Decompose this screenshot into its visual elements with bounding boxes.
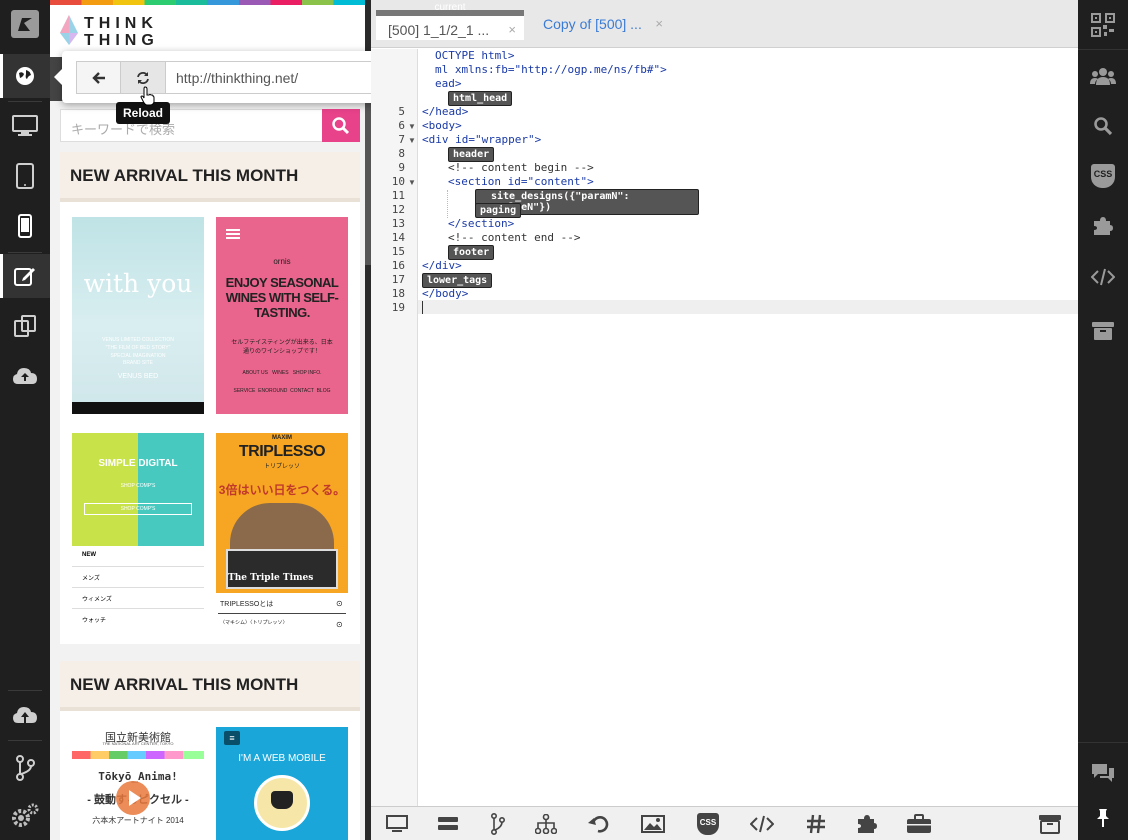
desktop-icon[interactable] bbox=[0, 104, 50, 148]
design-card-venus-bed[interactable]: with you VENUS LIMITED COLLECTION "THE F… bbox=[72, 217, 204, 414]
bottom-toolbar: CSS bbox=[371, 806, 1078, 840]
site-search-button[interactable] bbox=[322, 109, 360, 142]
design-card-triplesso[interactable]: MAXIM TRIPLESSO トリプレッソ 3倍はいい日をつくる。 The T… bbox=[216, 433, 348, 629]
new-arrival-section: NEW ARRIVAL THIS MONTH with you VENUS LI… bbox=[60, 152, 360, 644]
new-arrival-section-2: NEW ARRIVAL THIS MONTH 国立新美術館 THE NATION… bbox=[60, 661, 360, 840]
archive-icon[interactable] bbox=[1035, 812, 1065, 836]
list-icon[interactable] bbox=[433, 812, 463, 836]
css-icon[interactable]: CSS bbox=[693, 812, 723, 836]
users-icon[interactable] bbox=[1078, 54, 1128, 98]
hamburger-icon bbox=[226, 229, 240, 231]
desktop-icon[interactable] bbox=[382, 812, 412, 836]
app-window: THINK THING キーワードで検索 NEW ARRIVAL THIS MO… bbox=[0, 0, 1128, 840]
code-icon[interactable] bbox=[1078, 255, 1128, 299]
section-title: NEW ARRIVAL THIS MONTH bbox=[60, 152, 360, 202]
site-header: THINK THING bbox=[50, 5, 365, 57]
archive-icon[interactable] bbox=[1078, 309, 1128, 353]
menu-icon: ≡ bbox=[224, 731, 240, 745]
qr-code-icon[interactable] bbox=[1078, 3, 1128, 47]
include-chip-lower-tags[interactable]: lower_tags bbox=[422, 273, 493, 288]
close-tab-icon[interactable]: × bbox=[655, 16, 663, 31]
branch-icon[interactable] bbox=[483, 812, 513, 836]
fold-arrow-icon[interactable]: ▼ bbox=[408, 178, 416, 187]
text-caret bbox=[422, 301, 423, 314]
url-input[interactable]: http://thinkthing.net/ bbox=[166, 61, 379, 94]
tablet-icon[interactable] bbox=[0, 154, 50, 198]
back-button[interactable] bbox=[76, 61, 121, 94]
image-icon[interactable] bbox=[638, 812, 668, 836]
search-icon[interactable] bbox=[1078, 104, 1128, 148]
include-chip-paging[interactable]: paging bbox=[475, 203, 522, 218]
design-card-simple-digital[interactable]: SIMPLE DIGITAL SHOP COMP'S SHOP COMP'S N… bbox=[72, 433, 204, 629]
pin-icon[interactable] bbox=[1078, 796, 1128, 840]
current-line-highlight bbox=[371, 300, 1078, 314]
css-icon[interactable]: CSS bbox=[1078, 154, 1128, 198]
gears-icon[interactable] bbox=[0, 794, 50, 838]
copy-icon[interactable] bbox=[0, 304, 50, 348]
design-card-web-mobile[interactable]: ≡ I'M A WEB MOBILE bbox=[216, 727, 348, 840]
include-chip-html-head[interactable]: html_head bbox=[448, 91, 513, 106]
undo-icon[interactable] bbox=[584, 812, 614, 836]
fold-arrow-icon[interactable]: ▼ bbox=[408, 136, 416, 145]
card-menu: NEW メンズ ウィメンズ ウォッチ bbox=[72, 546, 204, 629]
cloud-upload-alt-icon[interactable] bbox=[0, 694, 50, 738]
hash-icon[interactable] bbox=[801, 812, 831, 836]
fold-arrow-icon[interactable]: ▼ bbox=[408, 122, 416, 131]
hand-cursor-icon bbox=[140, 86, 155, 106]
branch-icon[interactable] bbox=[0, 746, 50, 790]
puzzle-icon[interactable] bbox=[1078, 204, 1128, 248]
reload-icon bbox=[137, 71, 149, 84]
close-tab-icon[interactable]: × bbox=[508, 22, 516, 37]
search-icon bbox=[332, 116, 350, 134]
sitemap-icon[interactable] bbox=[531, 812, 561, 836]
include-chip-footer[interactable]: footer bbox=[448, 245, 495, 260]
mobile-icon[interactable] bbox=[0, 204, 50, 248]
include-chip-header[interactable]: header bbox=[448, 147, 495, 162]
tab-current[interactable]: current [500] 1_1/2_1 ... × bbox=[376, 2, 524, 40]
arrow-left-icon bbox=[91, 71, 105, 84]
design-card-tokyo-anima[interactable]: 国立新美術館 THE NATIONAL ART CENTER, TOKYO Tō… bbox=[72, 727, 204, 840]
site-search-input[interactable]: キーワードで検索 bbox=[60, 109, 360, 142]
right-sidebar: CSS bbox=[1078, 0, 1128, 840]
site-logo-icon bbox=[60, 15, 78, 45]
tab-copy[interactable]: Copy of [500] ... × bbox=[531, 10, 671, 40]
edit-icon[interactable] bbox=[0, 254, 50, 298]
briefcase-icon[interactable] bbox=[904, 812, 934, 836]
comments-icon[interactable] bbox=[1078, 751, 1128, 795]
logo-icon[interactable] bbox=[0, 0, 50, 48]
site-logo-text: THINK THING bbox=[84, 15, 159, 49]
design-card-ornis[interactable]: ornis ENJOY SEASONAL WINES WITH SELF-TAS… bbox=[216, 217, 348, 414]
left-sidebar bbox=[0, 0, 50, 840]
mobile-preview[interactable]: THINK THING キーワードで検索 NEW ARRIVAL THIS MO… bbox=[50, 0, 365, 840]
section-title: NEW ARRIVAL THIS MONTH bbox=[60, 661, 360, 711]
editor-tabs: current [500] 1_1/2_1 ... × Copy of [500… bbox=[371, 0, 1078, 48]
code-editor[interactable]: current [500] 1_1/2_1 ... × Copy of [500… bbox=[371, 0, 1078, 840]
cloud-upload-icon[interactable] bbox=[0, 354, 50, 398]
globe-icon[interactable] bbox=[0, 54, 50, 98]
puzzle-icon[interactable] bbox=[852, 812, 882, 836]
code-icon[interactable] bbox=[747, 812, 777, 836]
play-icon bbox=[116, 781, 150, 815]
